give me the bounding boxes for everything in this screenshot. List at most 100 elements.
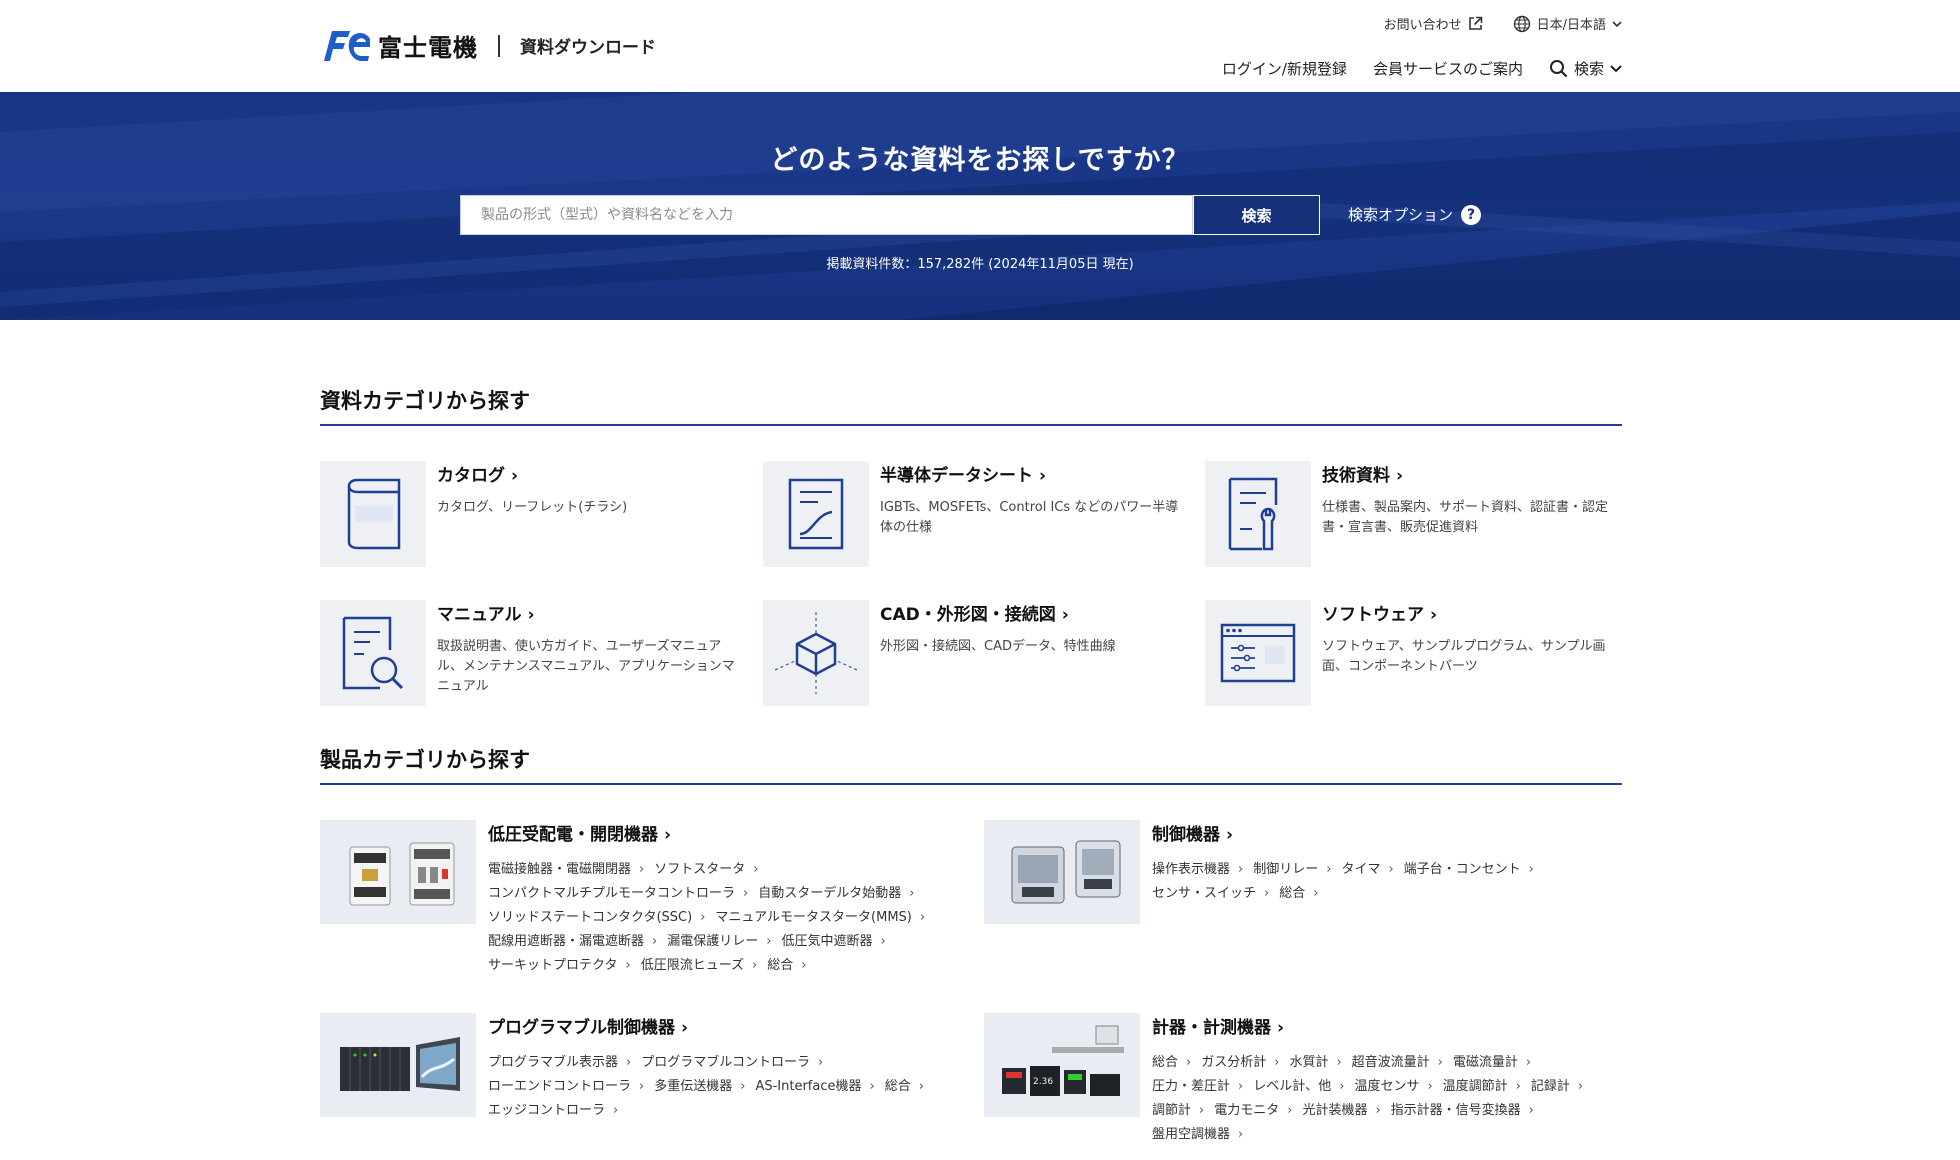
logo-text: 富士電機 [378, 34, 478, 62]
product-sublink[interactable]: ソリッドステートコンタクタ(SSC) [488, 910, 715, 925]
product-sublink[interactable]: サーキットプロテクタ [488, 958, 641, 973]
doc-category-software[interactable]: ソフトウェア › ソフトウェア、サンプルプログラム、サンプル画面、コンポーネントパ… [1205, 600, 1625, 706]
header-search-toggle[interactable]: 検索 [1549, 58, 1622, 79]
product-sublink[interactable]: 低圧気中遮断器 [781, 934, 895, 949]
doc-category-name: 半導体データシート › [880, 466, 1047, 486]
manual-icon [320, 600, 426, 706]
product-sublink[interactable]: 温度センサ [1354, 1079, 1442, 1094]
doc-category-desc: 取扱説明書、使い方ガイド、ユーザーズマニュアル、メンテナンスマニュアル、アプリケ… [437, 639, 735, 694]
product-sublink[interactable]: 低圧限流ヒューズ [641, 958, 768, 973]
doc-category-manual[interactable]: マニュアル › 取扱説明書、使い方ガイド、ユーザーズマニュアル、メンテナンスマニュ… [320, 600, 740, 706]
product-sublink[interactable]: 総合 [885, 1079, 934, 1094]
product-sublink[interactable]: 調節計 [1152, 1103, 1214, 1118]
datasheet-icon [763, 461, 869, 567]
product-sublink[interactable]: マニュアルモータスタータ(MMS) [715, 910, 935, 925]
site-name: 資料ダウンロード [520, 38, 656, 58]
product-sublink[interactable]: 電磁接触器・電磁開閉器 [488, 862, 654, 877]
product-sublink[interactable]: エッジコントローラ [488, 1103, 628, 1118]
member-service-label: 会員サービスのご案内 [1372, 60, 1523, 78]
meter-image[interactable]: 2.36 [984, 1013, 1140, 1117]
search-button[interactable]: 検索 [1193, 195, 1320, 235]
product-sublink[interactable]: 超音波流量計 [1352, 1055, 1453, 1070]
product-sublink[interactable]: ソフトスタータ [654, 862, 768, 877]
product-sublinks: 操作表示機器制御リレータイマ端子台・コンセント センサ・スイッチ総合 [1152, 858, 1622, 906]
chevron-down-icon [1612, 20, 1622, 27]
doc-category-name: 技術資料 › [1322, 466, 1404, 486]
search-options-link[interactable]: 検索オプション ? [1348, 204, 1482, 225]
login-link[interactable]: ログイン/新規登録 [1222, 58, 1347, 79]
product-sublink[interactable]: 電磁流量計 [1453, 1055, 1541, 1070]
doc-category-heading: 資料カテゴリから探す [320, 389, 530, 413]
product-sublink[interactable]: プログラマブル表示器 [488, 1055, 641, 1070]
contact-link[interactable]: お問い合わせ [1384, 14, 1483, 33]
technical-doc-icon [1205, 461, 1311, 567]
product-sublink[interactable]: 記録計 [1531, 1079, 1593, 1094]
product-sublink[interactable]: 総合 [767, 958, 816, 973]
product-sublink[interactable]: 制御リレー [1253, 862, 1341, 877]
search-icon [1549, 60, 1568, 78]
product-sublink[interactable]: ガス分析計 [1201, 1055, 1289, 1070]
product-sublink[interactable]: 圧力・差圧計 [1152, 1079, 1253, 1094]
doc-category-name: CAD・外形図・接続図 › [880, 605, 1069, 625]
product-category-name[interactable]: 制御機器 › [1152, 820, 1233, 845]
product-sublink[interactable]: レベル計、他 [1253, 1079, 1354, 1094]
product-sublink[interactable]: 総合 [1279, 886, 1328, 901]
product-sublink[interactable]: 盤用空調機器 [1152, 1127, 1253, 1142]
doc-category-catalog[interactable]: カタログ › カタログ、リーフレット(チラシ) [320, 461, 740, 567]
logo[interactable]: 富士電機 資料ダウンロード [320, 28, 656, 63]
product-sublink[interactable]: 総合 [1152, 1055, 1201, 1070]
chevron-down-icon [1610, 65, 1622, 73]
product-sublinks: 総合ガス分析計水質計超音波流量計電磁流量計 圧力・差圧計レベル計、他温度センサ温… [1152, 1051, 1622, 1147]
product-sublink[interactable]: センサ・スイッチ [1152, 886, 1279, 901]
product-sublink[interactable]: 漏電保護リレー [667, 934, 781, 949]
hero-search-banner: どのような資料をお探しですか？ 検索 検索オプション ? 掲載資料件数：157,… [0, 92, 1960, 320]
product-sublink[interactable]: 電力モニタ [1214, 1103, 1302, 1118]
document-count: 掲載資料件数：157,282件 (2024年11月05日 現在) [826, 257, 1134, 272]
product-category-name[interactable]: プログラマブル制御機器 › [488, 1013, 688, 1038]
doc-category-desc: IGBTs、MOSFETs、Control ICs などのパワー半導体の仕様 [880, 500, 1179, 535]
product-sublink[interactable]: 配線用遮断器・漏電遮断器 [488, 934, 667, 949]
search-options-label: 検索オプション [1348, 206, 1454, 224]
plc-image[interactable] [320, 1013, 476, 1117]
doc-category-technical[interactable]: 技術資料 › 仕様書、製品案内、サポート資料、認証書・認定書・宣言書、販売促進資料 [1205, 461, 1625, 567]
relay-image[interactable] [984, 820, 1140, 924]
doc-category-desc: 外形図・接続図、CADデータ、特性曲線 [880, 639, 1116, 654]
product-sublink[interactable]: 操作表示機器 [1152, 862, 1253, 877]
product-category-name[interactable]: 計器・計測機器 › [1152, 1013, 1284, 1038]
product-sublinks: プログラマブル表示器プログラマブルコントローラ ローエンドコントローラ多重伝送機… [488, 1051, 958, 1123]
contactor-image[interactable] [320, 820, 476, 924]
software-icon [1205, 600, 1311, 706]
globe-icon [1513, 15, 1530, 32]
member-service-link[interactable]: 会員サービスのご案内 [1373, 58, 1523, 79]
product-sublink[interactable]: 水質計 [1289, 1055, 1351, 1070]
doc-category-datasheet[interactable]: 半導体データシート › IGBTs、MOSFETs、Control ICs などの… [763, 461, 1183, 567]
doc-category-name: マニュアル › [437, 605, 535, 625]
doc-category-desc: ソフトウェア、サンプルプログラム、サンプル画面、コンポーネントパーツ [1322, 639, 1606, 674]
search-field[interactable] [460, 195, 1193, 235]
login-label: ログイン/新規登録 [1221, 60, 1347, 78]
language-label: 日本/日本語 [1536, 18, 1606, 33]
product-sublink[interactable]: 温度調節計 [1443, 1079, 1531, 1094]
product-sublink[interactable]: プログラマブルコントローラ [641, 1055, 833, 1070]
product-sublink[interactable]: タイマ [1341, 862, 1403, 877]
language-selector[interactable]: 日本/日本語 [1513, 14, 1622, 33]
doc-category-desc: カタログ、リーフレット(チラシ) [437, 500, 628, 515]
product-sublink[interactable]: 自動スターデルタ始動器 [758, 886, 924, 901]
logo-divider [498, 34, 500, 57]
help-icon[interactable]: ? [1461, 204, 1482, 225]
product-category-heading: 製品カテゴリから探す [320, 748, 530, 772]
svg-text:2.36: 2.36 [1033, 1077, 1053, 1087]
product-sublink[interactable]: ローエンドコントローラ [488, 1079, 654, 1094]
product-category-name[interactable]: 低圧受配電・開閉機器 › [488, 820, 671, 845]
search-input[interactable] [481, 207, 1172, 223]
product-sublink[interactable]: 指示計器・信号変換器 [1391, 1103, 1544, 1118]
doc-category-name: ソフトウェア › [1322, 605, 1438, 625]
product-sublink[interactable]: 多重伝送機器 [654, 1079, 755, 1094]
doc-category-cad[interactable]: CAD・外形図・接続図 › 外形図・接続図、CADデータ、特性曲線 [763, 600, 1183, 706]
header-search-label: 検索 [1573, 60, 1604, 78]
product-sublink[interactable]: コンパクトマルチプルモータコントローラ [488, 886, 758, 901]
product-sublink[interactable]: 端子台・コンセント [1404, 862, 1544, 877]
product-sublink[interactable]: AS-Interface機器 [755, 1079, 884, 1094]
product-sublink[interactable]: 光計装機器 [1302, 1103, 1390, 1118]
doc-category-desc: 仕様書、製品案内、サポート資料、認証書・認定書・宣言書、販売促進資料 [1322, 500, 1609, 535]
